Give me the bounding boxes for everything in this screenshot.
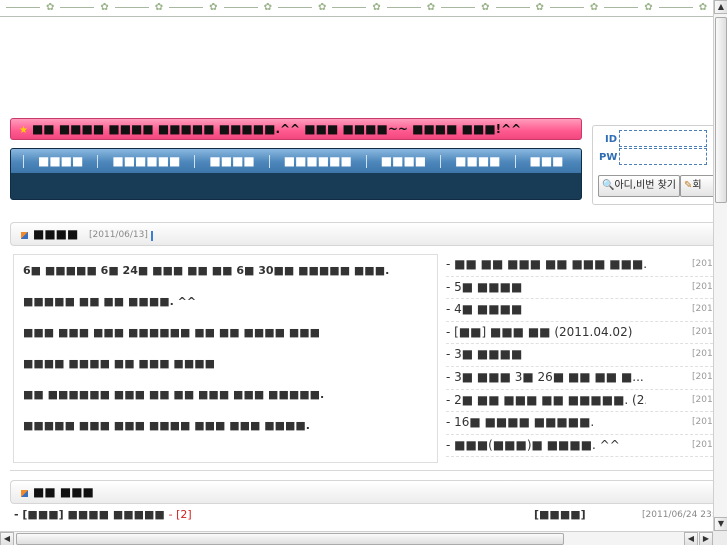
notice-line: 6■ ■■■■■ 6■ 24■ ■■■ ■■ ■■ 6■ 30■■ ■■■■■ …	[23, 264, 390, 277]
board-title-bar: ■■ ■■■	[10, 480, 713, 504]
marquee-text: ■■ ■■■■ ■■■■ ■■■■■ ■■■■■.^^ ■■■ ■■■■~~ ■…	[31, 122, 522, 136]
star-icon: ★	[19, 125, 28, 136]
recent-posts-list: - ■■ ■■ ■■■ ■■ ■■■ ■■■... [201 - 5■ ■■■■[…	[446, 254, 713, 458]
divider	[10, 470, 713, 471]
notice-line: ■■■■ ■■■■ ■■ ■■■ ■■■■	[23, 357, 216, 370]
notice-date: [2011/06/13]	[89, 230, 148, 240]
scrollbar-corner	[713, 531, 727, 545]
list-item[interactable]: - 4■ ■■■■ [201	[446, 299, 713, 322]
nav-item-4[interactable]: ■■■■■■	[268, 154, 366, 168]
nav-submenu-area	[11, 173, 581, 199]
scroll-left-arrow-icon-2[interactable]: ◀	[684, 532, 698, 545]
pw-label: PW	[599, 152, 618, 163]
board-row-category: [■■■■]	[534, 508, 586, 521]
top-decorative-border: ✿ ✿ ✿ ✿ ✿ ✿ ✿ ✿ ✿ ✿ ✿ ✿ ✿	[0, 0, 713, 17]
find-account-button[interactable]: 🔍아디,비번 찾기	[598, 175, 681, 197]
vertical-scrollbar[interactable]: ▲ ▼	[713, 0, 727, 531]
scroll-right-arrow-icon[interactable]: ▶	[699, 532, 713, 545]
board-title[interactable]: ■■ ■■■	[33, 485, 94, 499]
id-label: ID	[604, 134, 617, 145]
notice-title[interactable]: ■■■■	[33, 227, 78, 241]
notice-content: 6■ ■■■■■ 6■ 24■ ■■■ ■■ ■■ 6■ 30■■ ■■■■■ …	[13, 254, 438, 463]
scroll-left-arrow-icon[interactable]: ◀	[0, 532, 14, 545]
notice-line: ■■ ■■■■■■ ■■■ ■■ ■■ ■■■ ■■■ ■■■■■.	[23, 388, 325, 401]
list-item[interactable]: - 3■ ■■■■ [201	[446, 344, 713, 367]
main-navigation: ■■■■ ■■■■■■ ■■■■ ■■■■■■ ■■■■ ■■■■ ■■■	[10, 148, 582, 200]
nav-item-6[interactable]: ■■■■	[440, 154, 514, 168]
nav-item-2[interactable]: ■■■■■■	[97, 154, 194, 168]
board-row-date: [2011/06/24 23:	[642, 510, 715, 520]
marquee-banner: ★ ■■ ■■■■ ■■■■ ■■■■■ ■■■■■.^^ ■■■ ■■■■~~ …	[10, 118, 582, 140]
bullet-icon	[21, 490, 28, 497]
magnifier-icon: 🔍	[602, 180, 615, 191]
comment-count: - [2]	[168, 508, 192, 521]
list-item[interactable]: - ■■ ■■ ■■■ ■■ ■■■ ■■■... [201	[446, 254, 713, 277]
list-item[interactable]: - 2■ ■■ ■■■ ■■ ■■■■■. (2... [201	[446, 390, 713, 413]
notice-line: ■■■ ■■■ ■■■ ■■■■■■ ■■ ■■ ■■■■ ■■■	[23, 326, 321, 339]
list-item[interactable]: - 16■ ■■■■ ■■■■■. [201	[446, 412, 713, 435]
nav-item-3[interactable]: ■■■■	[194, 154, 268, 168]
nav-item-7[interactable]: ■■■	[514, 154, 578, 168]
horizontal-scroll-thumb[interactable]	[16, 533, 564, 545]
list-item[interactable]: - [■■] ■■■ ■■ (2011.04.02) [201	[446, 322, 713, 345]
scroll-down-arrow-icon[interactable]: ▼	[714, 517, 727, 531]
id-input[interactable]	[619, 130, 707, 147]
list-item[interactable]: - ■■■(■■■)■ ■■■■. ^^ [201	[446, 435, 713, 458]
bullet-icon	[21, 232, 28, 239]
list-item[interactable]: - 3■ ■■■ 3■ 26■ ■■ ■■ ■... [201	[446, 367, 713, 390]
board-row-title[interactable]: - [■■■] ■■■■ ■■■■■	[14, 508, 169, 521]
vertical-scroll-thumb[interactable]	[715, 17, 727, 203]
cursor-mark	[151, 231, 153, 241]
login-box: ID PW 🔍아디,비번 찾기 ✎회	[592, 125, 720, 205]
board-row[interactable]: - [■■■] ■■■■ ■■■■■ - [2] [■■■■] [2011/06…	[14, 508, 715, 524]
horizontal-scrollbar[interactable]: ◀ ◀ ▶	[0, 531, 713, 545]
nav-item-1[interactable]: ■■■■	[23, 154, 97, 168]
notice-title-bar: ■■■■ [2011/06/13]	[10, 222, 713, 246]
list-item[interactable]: - 5■ ■■■■ [201	[446, 277, 713, 300]
notice-line: ■■■■■ ■■■ ■■■ ■■■■ ■■■ ■■■ ■■■■.	[23, 419, 310, 432]
nav-item-5[interactable]: ■■■■	[365, 154, 440, 168]
pw-input[interactable]	[619, 148, 707, 165]
notice-line: ■■■■■ ■■ ■■ ■■■■. ^^	[23, 295, 197, 308]
scroll-up-arrow-icon[interactable]: ▲	[714, 0, 727, 14]
